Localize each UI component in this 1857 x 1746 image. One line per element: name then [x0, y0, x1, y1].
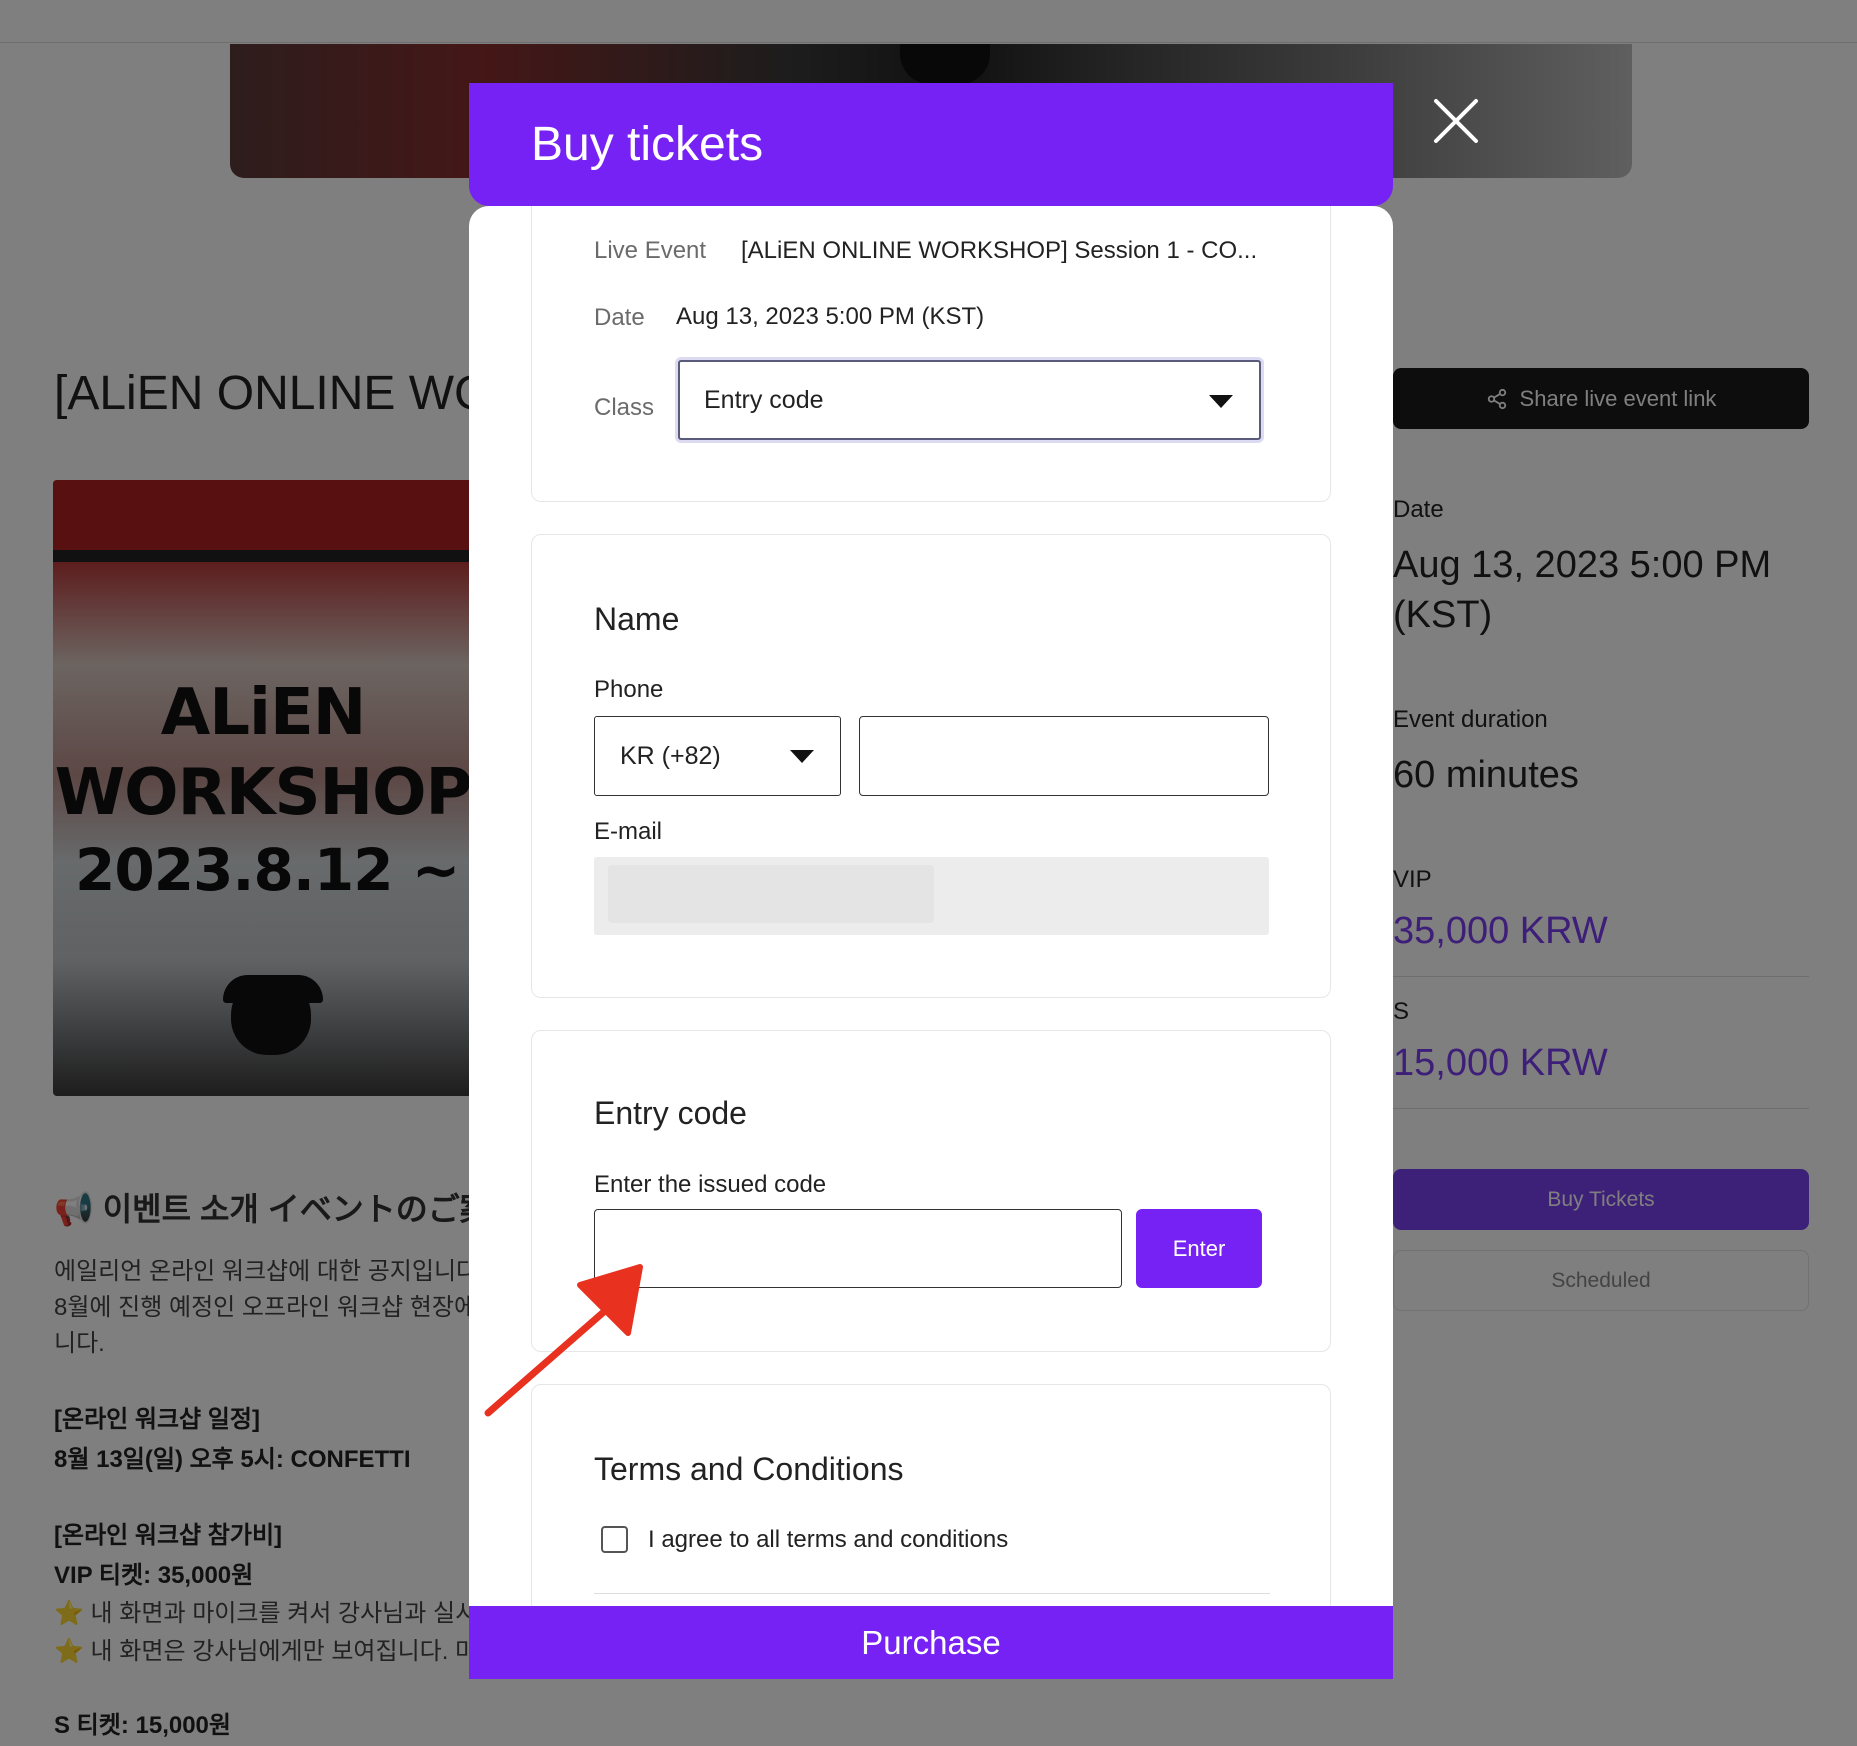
- entry-code-label: Enter the issued code: [594, 1171, 827, 1198]
- date-label: Date: [594, 304, 645, 331]
- caret-down-icon: [790, 750, 814, 763]
- phone-label: Phone: [594, 676, 664, 703]
- terms-checkbox-label[interactable]: I agree to all terms and conditions: [648, 1526, 1008, 1554]
- email-field: [594, 857, 1269, 935]
- email-label: E-mail: [594, 818, 663, 845]
- date-value: Aug 13, 2023 5:00 PM (KST): [676, 303, 985, 330]
- terms-title: Terms and Conditions: [594, 1451, 904, 1487]
- purchase-button[interactable]: Purchase: [469, 1606, 1393, 1679]
- entry-code-title: Entry code: [594, 1095, 747, 1131]
- enter-code-button[interactable]: Enter: [1136, 1209, 1262, 1288]
- entry-code-card: Entry code Enter the issued code Enter: [531, 1030, 1331, 1352]
- class-select-value: Entry code: [704, 385, 824, 414]
- class-label: Class: [594, 394, 655, 421]
- terms-checkbox[interactable]: [601, 1526, 628, 1553]
- caret-down-icon: [1209, 395, 1233, 408]
- terms-card: Terms and Conditions I agree to all term…: [531, 1384, 1331, 1606]
- entry-code-input[interactable]: [594, 1209, 1122, 1288]
- event-info-card: Live Event [ALiEN ONLINE WORKSHOP] Sessi…: [531, 206, 1331, 502]
- buyer-info-card: Name Phone KR (+82) E-mail: [531, 534, 1331, 998]
- live-event-label: Live Event: [594, 237, 707, 264]
- email-redacted: [608, 865, 934, 923]
- phone-number-input[interactable]: [859, 716, 1269, 796]
- class-select[interactable]: Entry code: [678, 360, 1261, 440]
- divider: [594, 1593, 1270, 1594]
- phone-country-select[interactable]: KR (+82): [594, 716, 841, 796]
- name-section-title: Name: [594, 601, 680, 637]
- modal-header: Buy tickets: [469, 83, 1393, 206]
- modal-title: Buy tickets: [531, 118, 764, 171]
- modal-body[interactable]: Live Event [ALiEN ONLINE WORKSHOP] Sessi…: [469, 206, 1393, 1606]
- phone-country-value: KR (+82): [620, 741, 721, 770]
- close-icon[interactable]: [1430, 95, 1482, 147]
- live-event-value: [ALiEN ONLINE WORKSHOP] Session 1 - CO..…: [741, 237, 1258, 264]
